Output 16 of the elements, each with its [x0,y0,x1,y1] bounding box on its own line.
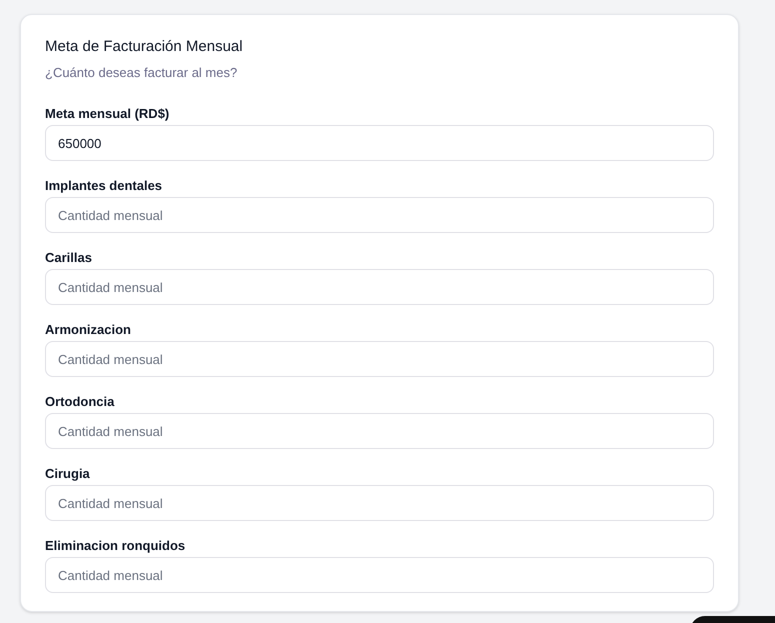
card-title: Meta de Facturación Mensual [45,37,244,57]
field-label: Implantes dentales [45,177,162,195]
card-subtitle: ¿Cuánto deseas facturar al mes? [45,64,238,82]
input-field[interactable]: Cantidad mensual [45,485,714,521]
input-field[interactable]: Cantidad mensual [45,557,714,593]
input-field[interactable]: 650000 [45,125,714,161]
input-field[interactable]: Cantidad mensual [45,269,714,305]
field-label: Carillas [45,249,92,267]
field-label: Armonizacion [45,321,131,339]
field-label: Cirugia [45,465,90,483]
field-label: Eliminacion ronquidos [45,537,186,555]
field-label: Meta mensual (RD$) [45,105,170,123]
input-field[interactable]: Cantidad mensual [45,413,714,449]
input-field[interactable]: Cantidad mensual [45,341,714,377]
input-field[interactable]: Cantidad mensual [45,197,714,233]
field-label: Ortodoncia [45,393,114,411]
